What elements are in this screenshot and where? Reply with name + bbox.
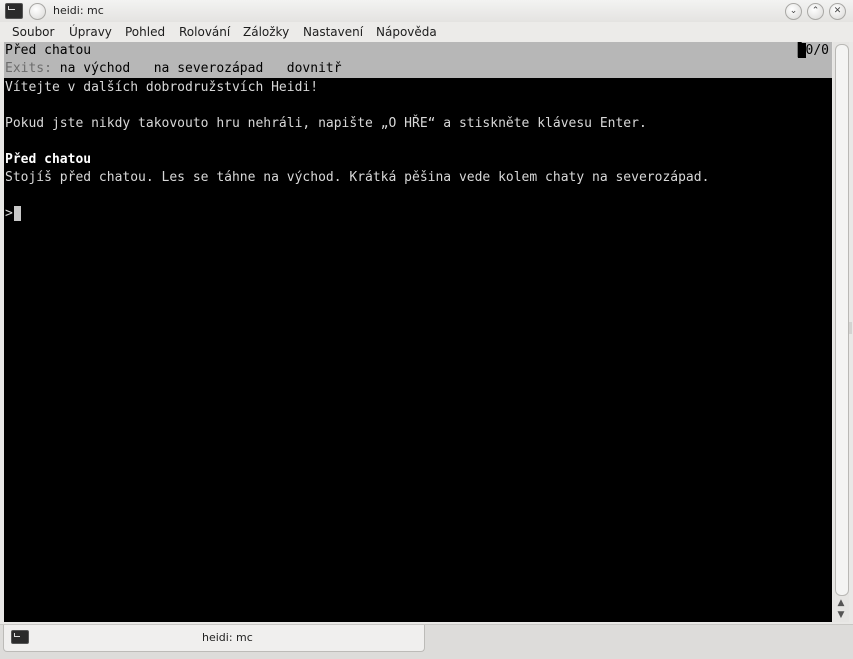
text-cursor xyxy=(13,206,21,221)
score-counter: ▌0/0 xyxy=(797,43,829,58)
terminal-app-icon[interactable] xyxy=(5,3,23,19)
tab-heidi-mc[interactable]: heidi: mc xyxy=(3,625,425,652)
exits-list: na východ na severozápad dovnitř xyxy=(59,61,342,76)
resize-grip[interactable] xyxy=(849,322,852,334)
current-location: Před chatou xyxy=(5,43,92,58)
menu-pohled[interactable]: Pohled xyxy=(125,25,165,39)
scroll-up-arrow-icon[interactable]: ▲ xyxy=(834,598,848,610)
menu-napoveda[interactable]: Nápověda xyxy=(376,25,437,39)
menu-bar: Soubor Úpravy Pohled Rolování Záložky Na… xyxy=(0,22,853,42)
window-title: heidi: mc xyxy=(53,4,104,17)
scrollbar-track[interactable] xyxy=(835,44,849,596)
keep-above-button[interactable] xyxy=(29,3,46,20)
terminal-view[interactable]: Před chatou ▌0/0 Exits: na východ na sev… xyxy=(4,42,832,622)
menu-zalozky[interactable]: Záložky xyxy=(243,25,289,39)
command-prompt[interactable]: > xyxy=(5,205,21,223)
tab-label: heidi: mc xyxy=(202,631,253,644)
maximize-button[interactable]: ⌃ xyxy=(807,3,824,20)
terminal-scrollbar[interactable]: ▲ ▼ xyxy=(833,42,849,622)
minimize-button[interactable]: ⌄ xyxy=(785,3,802,20)
prompt-symbol: > xyxy=(5,206,13,221)
menu-upravy[interactable]: Úpravy xyxy=(69,25,112,39)
room-description: Stojíš před chatou. Les se táhne na vých… xyxy=(5,170,710,185)
menu-rolovani[interactable]: Rolování xyxy=(179,25,230,39)
tab-bar: heidi: mc xyxy=(0,624,853,659)
exits-label: Exits: xyxy=(5,61,52,76)
menu-soubor[interactable]: Soubor xyxy=(12,25,54,39)
output-line-welcome: Vítejte v dalších dobrodružstvích Heidi! xyxy=(5,80,319,95)
exits-row: Exits: na východ na severozápad dovnitř xyxy=(5,61,342,76)
close-button[interactable]: ✕ xyxy=(829,3,846,20)
output-line-help-hint: Pokud jste nikdy takovouto hru nehráli, … xyxy=(5,116,647,131)
terminal-tab-icon xyxy=(11,630,29,644)
scroll-down-arrow-icon[interactable]: ▼ xyxy=(834,610,848,622)
title-bar: heidi: mc ⌄ ⌃ ✕ xyxy=(0,0,853,23)
game-status-bar: Před chatou ▌0/0 Exits: na východ na sev… xyxy=(4,42,832,78)
score-value: 0/0 xyxy=(805,43,829,58)
room-heading: Před chatou xyxy=(5,152,92,167)
menu-nastaveni[interactable]: Nastavení xyxy=(303,25,363,39)
